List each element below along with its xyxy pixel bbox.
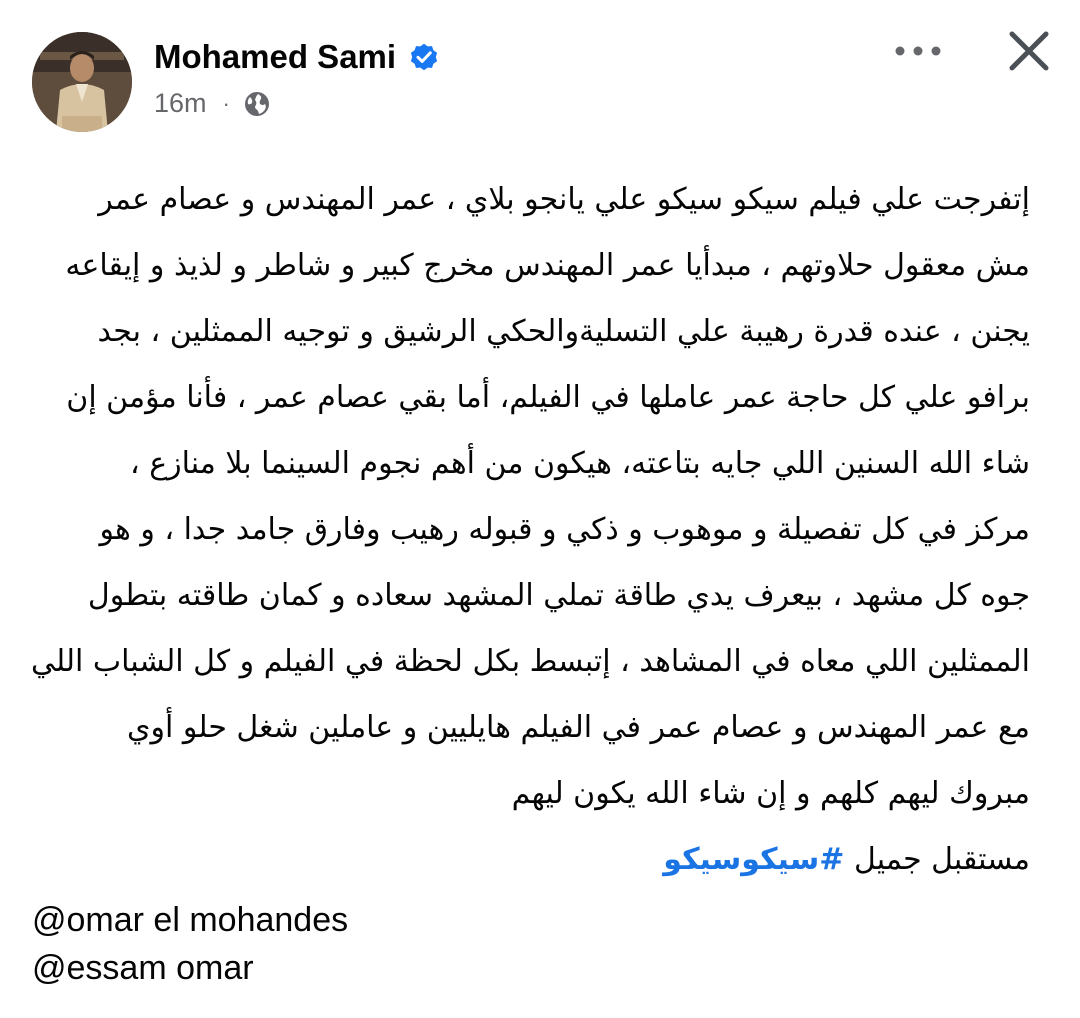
more-options-icon [895,46,941,56]
author-name-row[interactable]: Mohamed Sami [154,38,440,76]
meta-separator: · [222,90,230,116]
post-meta: 16m · [154,88,270,119]
verified-badge-icon [408,41,440,73]
post-text-line: مبروك ليهم كلهم و إن شاء الله يكون ليهم [511,776,1030,811]
post-text-line: برافو علي كل حاجة عمر عاملها في الفيلم، … [66,380,1030,415]
avatar-photo [32,32,132,132]
globe-icon[interactable] [244,91,270,117]
hashtag-link[interactable]: #سيكوسيكو [663,842,844,877]
post-body: إتفرجت علي فيلم سيكو سيكو علي يانجو بلاي… [30,170,1030,896]
post-text-segment: مستقبل جميل [853,842,1030,877]
close-icon [1009,31,1049,71]
post-text-line: شاء الله السنين اللي جايه بتاعته، هيكون … [129,446,1030,481]
author-avatar[interactable] [32,32,132,132]
post-text-line: الممثلين اللي معاه في المشاهد ، إتبسط بك… [30,644,1030,679]
more-options-button[interactable] [890,36,950,66]
mention-essam-omar[interactable]: @essam omar [32,944,348,992]
close-button[interactable] [1004,26,1054,76]
mention-omar-el-mohandes[interactable]: @omar el mohandes [32,896,348,944]
post-time[interactable]: 16m [154,88,207,119]
author-name[interactable]: Mohamed Sami [154,38,396,76]
mentions-block: @omar el mohandes @essam omar [32,896,348,992]
post-text-line: إتفرجت علي فيلم سيكو سيكو علي يانجو بلاي… [98,182,1030,217]
post-text-line: مش معقول حلاوتهم ، مبدأيا عمر المهندس مخ… [65,248,1030,283]
post-text-line: مع عمر المهندس و عصام عمر في الفيلم هايل… [127,710,1030,745]
post-text-line: جوه كل مشهد ، بيعرف يدي طاقة تملي المشهد… [87,578,1030,613]
post-text-last-line: مستقبل جميل #سيكوسيكو [30,830,1030,896]
post-text-line: يجنن ، عنده قدرة رهيبة علي التسليةوالحكي… [97,314,1030,349]
post-text-line: مركز في كل تفصيلة و موهوب و ذكي و قبوله … [99,512,1030,547]
